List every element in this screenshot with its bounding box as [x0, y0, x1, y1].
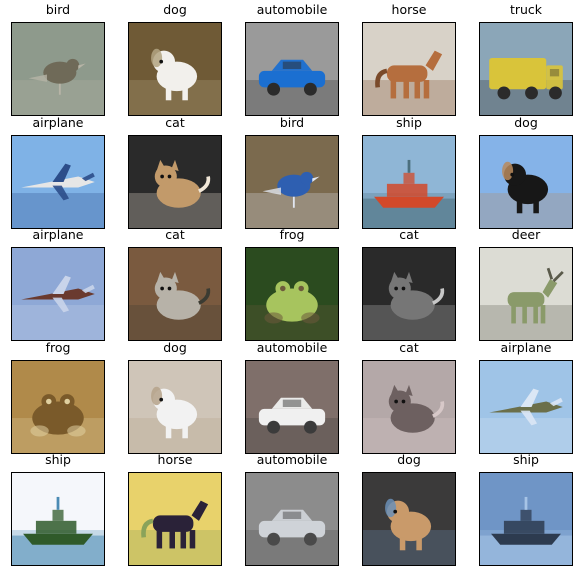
deer-icon: [479, 247, 573, 341]
image-label: airplane: [500, 339, 552, 355]
image-tile: ship: [351, 113, 467, 229]
image-label: dog: [163, 339, 187, 355]
image-label: ship: [396, 114, 422, 130]
ship-icon: [11, 472, 105, 566]
image-label: cat: [165, 114, 185, 130]
horse-icon: [128, 472, 222, 566]
cat-icon: [362, 247, 456, 341]
bird-icon: [245, 134, 339, 229]
image-tile: frog: [0, 338, 116, 454]
image-label: cat: [399, 339, 419, 355]
dog-icon: [128, 359, 222, 454]
image-tile: cat: [351, 225, 467, 341]
bird-icon: [11, 22, 105, 116]
image-label: dog: [397, 452, 421, 467]
image-tile: ship: [0, 450, 116, 566]
image-label: automobile: [256, 339, 328, 355]
image-label: frog: [279, 227, 305, 242]
image-label: dog: [514, 114, 538, 130]
image-tile: bird: [234, 113, 350, 229]
image-tile: bird: [0, 0, 116, 116]
car-icon: [245, 22, 339, 116]
image-tile: airplane: [468, 338, 573, 454]
image-label: bird: [279, 114, 305, 130]
image-tile: dog: [117, 0, 233, 116]
image-label: truck: [509, 2, 543, 17]
airplane-icon: [11, 134, 105, 229]
image-tile: frog: [234, 225, 350, 341]
image-tile: deer: [468, 225, 573, 341]
cat-icon: [128, 247, 222, 341]
image-tile: cat: [351, 338, 467, 454]
car-icon: [245, 472, 339, 566]
image-label: cat: [399, 227, 419, 242]
image-tile: cat: [117, 225, 233, 341]
airplane-icon: [479, 359, 573, 454]
image-label: automobile: [256, 452, 328, 467]
airplane-icon: [11, 247, 105, 341]
image-label: horse: [157, 452, 193, 467]
image-label: ship: [513, 452, 539, 467]
image-label: cat: [165, 227, 185, 242]
truck-icon: [479, 22, 573, 116]
dog-icon: [128, 22, 222, 116]
car-icon: [245, 359, 339, 454]
image-label: horse: [391, 2, 427, 17]
frog-icon: [11, 359, 105, 454]
image-label: automobile: [256, 2, 328, 17]
image-tile: dog: [351, 450, 467, 566]
image-tile: horse: [117, 450, 233, 566]
cat-icon: [362, 359, 456, 454]
cat-icon: [128, 134, 222, 229]
image-tile: horse: [351, 0, 467, 116]
image-tile: dog: [468, 113, 573, 229]
image-tile: automobile: [234, 0, 350, 116]
image-tile: airplane: [0, 225, 116, 341]
image-tile: automobile: [234, 450, 350, 566]
ship-icon: [479, 472, 573, 566]
image-label: dog: [163, 2, 187, 17]
image-tile: truck: [468, 0, 573, 116]
ship-icon: [362, 134, 456, 229]
horse-icon: [362, 22, 456, 116]
image-grid: bird dog automobile horse truck airplane…: [0, 0, 573, 577]
image-tile: cat: [117, 113, 233, 229]
image-label: deer: [511, 227, 541, 242]
image-tile: airplane: [0, 113, 116, 229]
dog-icon: [362, 472, 456, 566]
frog-icon: [245, 247, 339, 341]
image-tile: dog: [117, 338, 233, 454]
image-tile: automobile: [234, 338, 350, 454]
dog-icon: [479, 134, 573, 229]
image-tile: ship: [468, 450, 573, 566]
